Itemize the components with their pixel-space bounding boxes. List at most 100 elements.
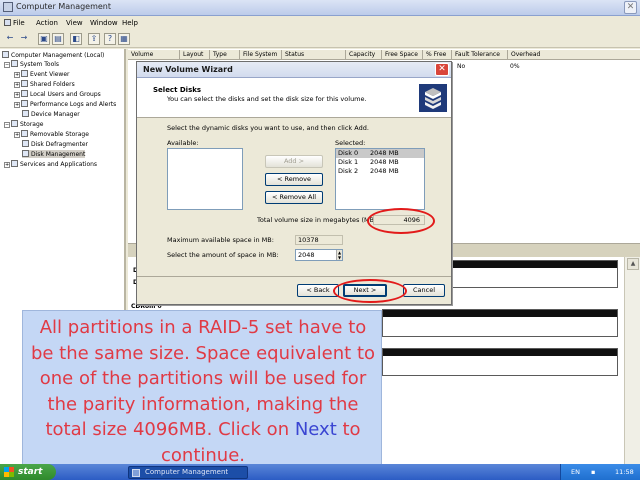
column-header: Volume Layout Type File System Status Ca… (128, 50, 640, 60)
tree-item-perf-logs[interactable]: + Performance Logs and Alerts (14, 100, 116, 108)
disk-stack-icon (419, 84, 447, 112)
column-volume[interactable]: Volume (128, 50, 180, 60)
clock[interactable]: 11:58 (615, 468, 634, 476)
expand-icon[interactable]: + (4, 162, 10, 168)
tree-item-local-users[interactable]: + Local Users and Groups (14, 90, 101, 98)
collapse-icon[interactable]: − (4, 62, 10, 68)
dialog-title-bar: New Volume Wizard ✕ (137, 62, 451, 78)
menu-action[interactable]: Action (36, 19, 58, 27)
wizard-heading: Select Disks (153, 86, 202, 94)
services-icon (11, 160, 18, 167)
expand-icon[interactable]: + (14, 92, 20, 98)
remove-all-button[interactable]: < Remove All (265, 191, 323, 204)
max-space-field: 10378 (295, 235, 343, 245)
computer-management-icon (3, 2, 13, 12)
help-icon[interactable]: ? (104, 33, 116, 45)
console-icon (4, 19, 11, 26)
tree-item-event-viewer[interactable]: + Event Viewer (14, 70, 70, 78)
removable-storage-icon (21, 130, 28, 137)
row-fault-tolerance: No (457, 63, 466, 70)
tree-item-shared-folders[interactable]: + Shared Folders (14, 80, 75, 88)
tree-item-removable-storage[interactable]: + Removable Storage (14, 130, 89, 138)
button-separator (137, 276, 451, 277)
view-icon[interactable]: ▦ (118, 33, 130, 45)
window-title: Computer Management (16, 2, 112, 11)
available-label: Available: (167, 139, 199, 147)
tree-item-services[interactable]: + Services and Applications (4, 160, 97, 168)
scroll-up-icon[interactable]: ▲ (627, 258, 639, 270)
callout-keyword-next: Next (294, 419, 337, 440)
selected-label: Selected: (335, 139, 366, 147)
wizard-header: Select Disks You can select the disks an… (137, 78, 451, 118)
device-manager-icon (22, 110, 29, 117)
add-button[interactable]: Add > (265, 155, 323, 168)
expand-icon[interactable]: + (14, 102, 20, 108)
cancel-button[interactable]: Cancel (403, 284, 445, 297)
instruction-text: Select the dynamic disks you want to use… (167, 124, 369, 132)
expand-icon[interactable]: + (14, 72, 20, 78)
column-status[interactable]: Status (282, 50, 346, 60)
selected-disks-list[interactable]: Disk 0 2048 MB Disk 1 2048 MB Disk 2 2048 M… (335, 148, 425, 210)
column-free-space[interactable]: Free Space (382, 50, 423, 60)
column-file-system[interactable]: File System (240, 50, 282, 60)
start-button[interactable]: start (0, 464, 56, 480)
toolbar: ← → ▣ ▤ ◧ ⇪ ? ▦ (0, 31, 640, 48)
tree-item-root[interactable]: Computer Management (Local) (2, 51, 104, 59)
amount-label: Select the amount of space in MB: (167, 251, 279, 259)
forward-arrow-icon[interactable]: → (18, 33, 30, 45)
disk-1-partition[interactable] (382, 309, 618, 337)
disk-2-partition[interactable] (382, 348, 618, 376)
column-percent-free[interactable]: % Free (423, 50, 452, 60)
language-indicator[interactable]: EN (571, 468, 580, 476)
disk-management-icon (22, 150, 29, 157)
menu-file[interactable]: File (4, 19, 25, 27)
disk-0-partition[interactable] (452, 260, 618, 288)
tutorial-callout: All partitions in a RAID-5 set have to b… (22, 310, 382, 470)
storage-icon (11, 120, 18, 127)
column-layout[interactable]: Layout (180, 50, 210, 60)
new-volume-wizard-dialog: New Volume Wizard ✕ Select Disks You can… (136, 61, 452, 305)
max-space-label: Maximum available space in MB: (167, 236, 274, 244)
expand-icon[interactable]: + (14, 82, 20, 88)
network-icon[interactable]: ▪ (591, 468, 595, 476)
window-title-bar: Computer Management ✕ (0, 0, 640, 16)
vertical-scrollbar[interactable]: ▲ (624, 257, 640, 464)
remove-button[interactable]: < Remove (265, 173, 323, 186)
properties-icon[interactable]: ◧ (70, 33, 82, 45)
dialog-title: New Volume Wizard (143, 65, 233, 74)
menu-window[interactable]: Window (90, 19, 118, 27)
total-size-label: Total volume size in megabytes (MB): (257, 216, 379, 224)
show-tree-icon[interactable]: ▤ (52, 33, 64, 45)
menu-view[interactable]: View (66, 19, 83, 27)
expand-icon[interactable]: + (14, 132, 20, 138)
tools-icon (11, 60, 18, 67)
selected-disk-item[interactable]: Disk 1 2048 MB (336, 158, 424, 167)
column-type[interactable]: Type (210, 50, 240, 60)
selected-disk-item[interactable]: Disk 2 2048 MB (336, 167, 424, 176)
back-arrow-icon[interactable]: ← (4, 33, 16, 45)
available-disks-list[interactable] (167, 148, 243, 210)
computer-icon (2, 51, 9, 58)
system-tray: EN ▪ 11:58 (560, 464, 640, 480)
tree-item-storage[interactable]: − Storage (4, 120, 43, 128)
event-viewer-icon (21, 70, 28, 77)
menu-bar: File Action View Window Help (0, 17, 640, 31)
tree-item-disk-management[interactable]: Disk Management (22, 150, 86, 158)
menu-help[interactable]: Help (122, 19, 138, 27)
export-icon[interactable]: ⇪ (88, 33, 100, 45)
spinner-arrows-icon[interactable]: ▲ ▼ (336, 250, 342, 260)
column-capacity[interactable]: Capacity (346, 50, 382, 60)
next-highlight-ring (333, 279, 407, 303)
collapse-icon[interactable]: − (4, 122, 10, 128)
close-icon[interactable]: ✕ (624, 1, 637, 14)
column-overhead[interactable]: Overhead (508, 50, 640, 60)
taskbar (0, 464, 640, 480)
tree-item-system-tools[interactable]: − System Tools (4, 60, 59, 68)
tree-item-disk-defragmenter[interactable]: Disk Defragmenter (22, 140, 88, 148)
column-fault-tolerance[interactable]: Fault Tolerance (452, 50, 508, 60)
up-folder-icon[interactable]: ▣ (38, 33, 50, 45)
tree-item-device-manager[interactable]: Device Manager (22, 110, 80, 118)
selected-disk-item[interactable]: Disk 0 2048 MB (336, 149, 424, 158)
taskbar-button-computer-management[interactable]: Computer Management (128, 466, 248, 479)
dialog-close-icon[interactable]: ✕ (435, 63, 449, 76)
